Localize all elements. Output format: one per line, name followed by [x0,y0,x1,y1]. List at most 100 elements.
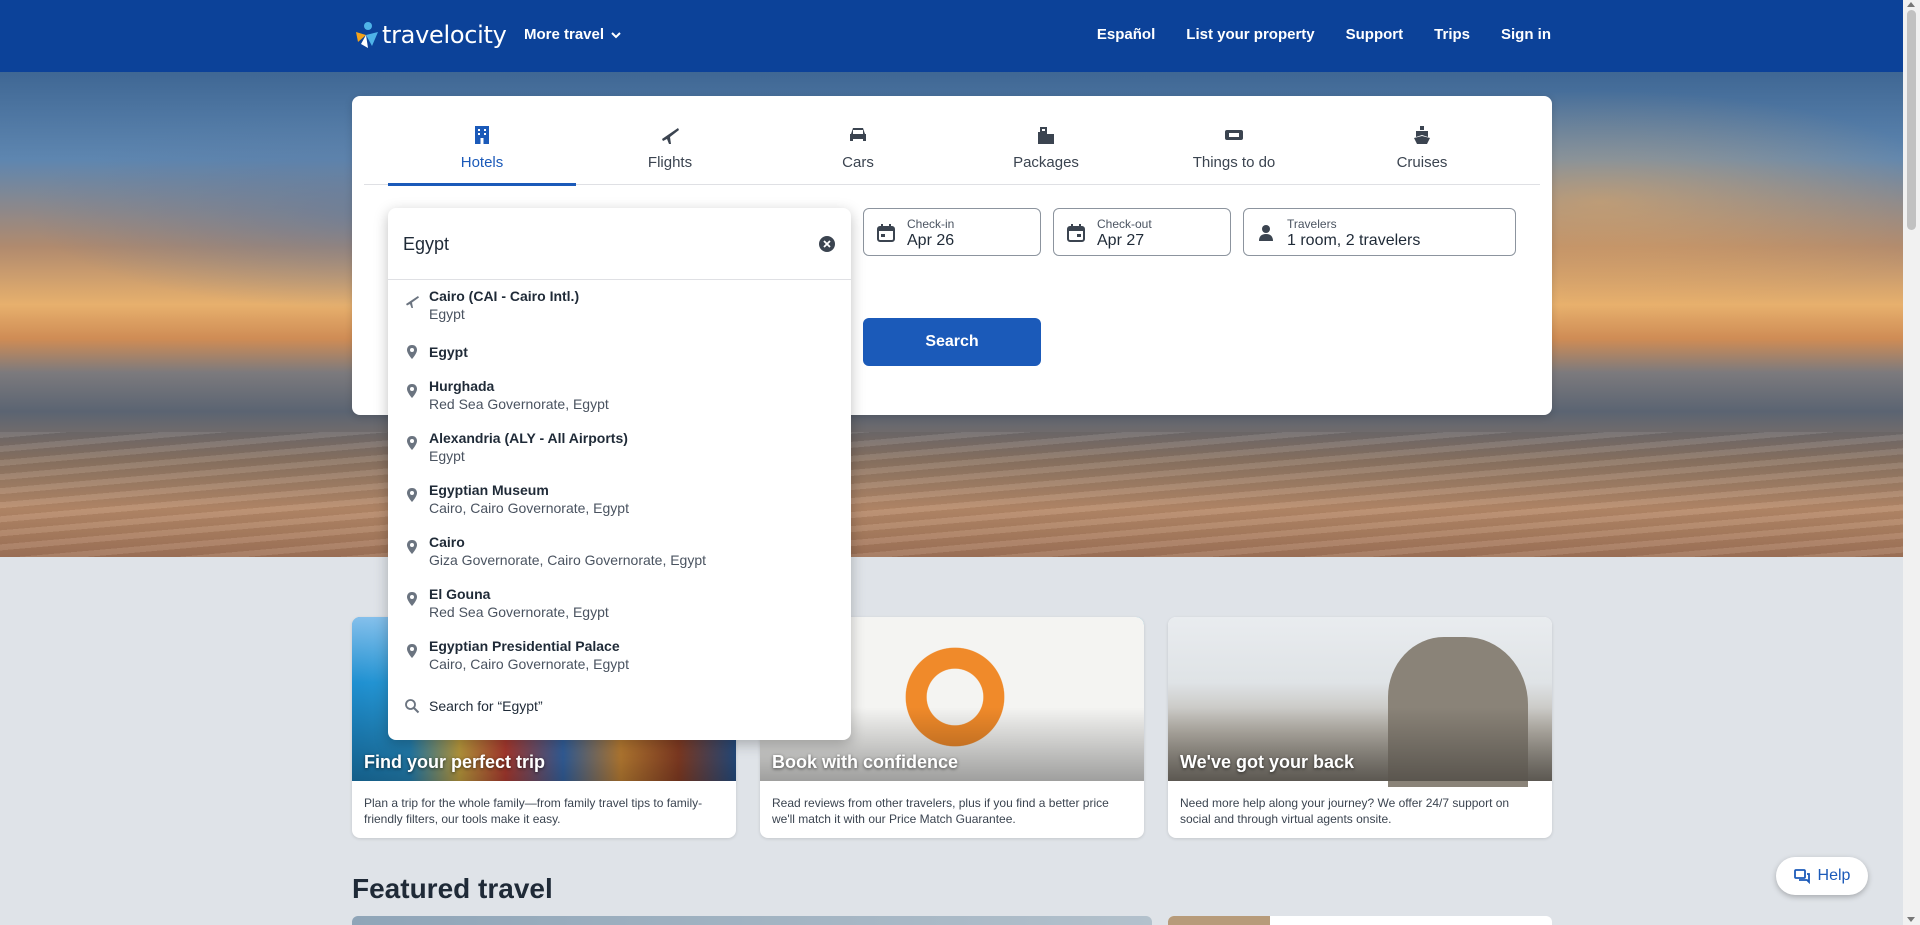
suggestion-title: Alexandria (ALY - All Airports) [429,430,628,446]
suggestion-item[interactable]: Egyptian Presidential Palace Cairo, Cair… [388,631,851,683]
suggestion-subtitle: Giza Governorate, Cairo Governorate, Egy… [429,552,707,568]
feature-title: Find your perfect trip [364,752,546,772]
suggestion-item[interactable]: El Gouna Red Sea Governorate, Egypt [388,579,851,631]
suggestion-subtitle: Egypt [429,306,465,322]
scrollbar-thumb[interactable] [1907,10,1916,230]
checkin-value: Apr 26 [907,232,955,249]
scroll-down-arrow-icon[interactable] [1907,917,1915,922]
nav-list-property-link[interactable]: List your property [1186,26,1314,43]
checkin-label: Check-in [907,217,955,231]
pin-icon [407,436,417,450]
nav-trips-link[interactable]: Trips [1434,26,1470,43]
tab-things-to-do-label: Things to do [1192,154,1276,171]
suggestion-title: Egyptian Presidential Palace [429,638,620,654]
page-scrollbar[interactable] [1903,0,1920,925]
search-for-query-label: Search for “Egypt” [429,698,543,714]
suggestion-list: Cairo (CAI - Cairo Intl.) Egypt Egypt Hu… [388,281,851,729]
pin-icon [407,644,417,658]
clear-input-icon[interactable] [818,235,836,253]
travelers-value: 1 room, 2 travelers [1287,232,1421,249]
nav-sign-in-link[interactable]: Sign in [1501,26,1551,43]
destination-autocomplete: Cairo (CAI - Cairo Intl.) Egypt Egypt Hu… [388,208,851,740]
tab-hotels[interactable]: Hotels [388,96,576,186]
checkout-label: Check-out [1097,217,1152,231]
feature-card-got-your-back[interactable]: We've got your back Need more help along… [1168,617,1552,838]
suggestion-item[interactable]: Hurghada Red Sea Governorate, Egypt [388,371,851,423]
search-for-query-item[interactable]: Search for “Egypt” [388,683,851,729]
travelers-field[interactable]: Travelers 1 room, 2 travelers [1243,208,1516,256]
car-icon [850,128,866,141]
building-icon [475,126,489,144]
travelocity-logo[interactable]: travelocity [352,18,507,52]
suggestion-subtitle: Red Sea Governorate, Egypt [429,396,609,412]
tab-cruises-label: Cruises [1396,154,1448,171]
suggestion-title: Cairo (CAI - Cairo Intl.) [429,288,580,304]
suggestion-item[interactable]: Egypt [388,333,851,371]
calendar-icon [877,224,895,242]
ticket-icon [1225,130,1243,140]
search-button[interactable]: Search [863,318,1041,366]
suggestion-item[interactable]: Cairo Giza Governorate, Cairo Governorat… [388,527,851,579]
travelers-label: Travelers [1287,217,1337,231]
suggestion-item[interactable]: Alexandria (ALY - All Airports) Egypt [388,423,851,475]
nav-support-link[interactable]: Support [1346,26,1404,43]
suggestion-title: El Gouna [429,586,491,602]
pin-icon [407,540,417,554]
tab-flights[interactable]: Flights [576,96,764,185]
scroll-up-arrow-icon[interactable] [1907,2,1915,7]
plane-icon [662,128,679,144]
packages-icon [1038,127,1054,144]
featured-travel-card[interactable] [352,916,1152,925]
tab-flights-label: Flights [647,154,693,171]
tab-hotels-label: Hotels [460,154,504,171]
pin-icon [407,488,417,502]
destination-input[interactable] [403,228,793,260]
checkin-field[interactable]: Check-in Apr 26 [863,208,1041,256]
chevron-down-icon [611,31,621,38]
feature-description: Need more help along your journey? We of… [1180,796,1510,826]
suggestion-title: Egypt [429,344,468,360]
suggestion-title: Hurghada [429,378,495,394]
suggestion-subtitle: Red Sea Governorate, Egypt [429,604,609,620]
checkout-field[interactable]: Check-out Apr 27 [1053,208,1231,256]
tab-packages-label: Packages [1013,154,1079,171]
suggestion-item[interactable]: Egyptian Museum Cairo, Cairo Governorate… [388,475,851,527]
featured-travel-card[interactable] [1168,916,1552,925]
featured-travel-heading: Featured travel [352,873,553,904]
hero-waves [0,432,1903,557]
cruise-icon [1414,126,1430,144]
top-navigation-bar: travelocity More travel Español List you… [0,0,1903,72]
tab-things-to-do[interactable]: Things to do [1140,96,1328,185]
feature-title: Book with confidence [772,752,959,772]
tab-cruises[interactable]: Cruises [1328,96,1516,185]
suggestion-subtitle: Cairo, Cairo Governorate, Egypt [429,656,629,672]
plane-icon [406,296,419,308]
chat-icon [1793,869,1810,884]
more-travel-menu[interactable]: More travel [524,26,622,43]
logo-star-icon [356,22,378,48]
pin-icon [407,345,417,359]
search-tabs: Hotels Flights Cars Packages Things to d… [364,96,1540,186]
tab-cars[interactable]: Cars [764,96,952,185]
feature-title: We've got your back [1180,752,1354,772]
pin-icon [407,592,417,606]
destination-input-row [388,208,851,280]
suggestion-subtitle: Egypt [429,448,465,464]
feature-description: Plan a trip for the whole family—from fa… [364,796,703,826]
header-nav: Español List your property Support Trips… [1097,26,1551,43]
person-icon [1259,225,1273,241]
tab-packages[interactable]: Packages [952,96,1140,185]
checkout-value: Apr 27 [1097,232,1145,249]
pin-icon [407,384,417,398]
suggestion-title: Egyptian Museum [429,482,549,498]
search-icon [405,699,420,714]
feature-description: Read reviews from other travelers, plus … [772,796,1109,826]
help-button-label: Help [1817,867,1851,884]
more-travel-label: More travel [524,26,605,43]
calendar-icon [1067,224,1085,242]
suggestion-item[interactable]: Cairo (CAI - Cairo Intl.) Egypt [388,281,851,333]
nav-espanol-link[interactable]: Español [1097,26,1155,43]
logo-text: travelocity [382,21,507,49]
help-button[interactable]: Help [1776,857,1868,895]
tab-cars-label: Cars [842,154,874,171]
